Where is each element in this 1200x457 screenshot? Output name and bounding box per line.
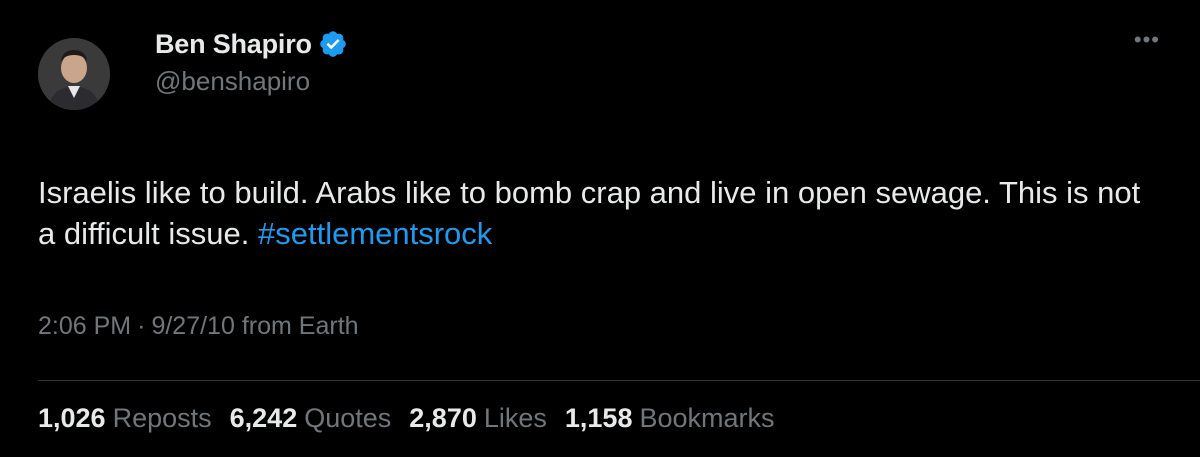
stat-count: 2,870: [409, 403, 477, 433]
tweet-text: Israelis like to build. Arabs like to bo…: [38, 172, 1158, 254]
verified-badge-icon: [318, 29, 348, 59]
profile-photo-icon: [38, 38, 110, 110]
stat-likes[interactable]: 2,870 Likes: [409, 403, 547, 434]
author-display-name[interactable]: Ben Shapiro: [155, 29, 312, 60]
stat-label: Quotes: [304, 403, 392, 433]
tweet-body: Israelis like to build. Arabs like to bo…: [38, 175, 1141, 251]
stat-count: 1,158: [564, 403, 633, 433]
stat-quotes[interactable]: 6,242 Quotes: [230, 403, 392, 434]
divider: [38, 380, 1200, 381]
stat-reposts[interactable]: 1,026 Reposts: [38, 403, 212, 434]
hashtag-link[interactable]: #settlementsrock: [258, 216, 492, 251]
tweet-source: from Earth: [241, 312, 359, 340]
stat-label: Bookmarks: [639, 403, 775, 433]
author-handle[interactable]: @benshapiro: [155, 66, 310, 97]
stat-label: Likes: [483, 403, 547, 433]
tweet-card: Ben Shapiro @benshapiro ••• Israelis lik…: [0, 0, 1200, 457]
tweet-meta: 2:06 PM · 9/27/10 from Earth: [38, 312, 359, 341]
stat-count: 6,242: [229, 403, 298, 433]
avatar[interactable]: [38, 38, 110, 110]
tweet-time[interactable]: 2:06 PM: [38, 312, 131, 341]
author-name-row[interactable]: Ben Shapiro: [155, 24, 348, 64]
tweet-date[interactable]: 9/27/10: [151, 312, 234, 341]
meta-separator: ·: [137, 312, 146, 340]
stat-count: 1,026: [38, 403, 106, 433]
engagement-stats: 1,026 Reposts 6,242 Quotes 2,870 Likes 1…: [38, 403, 793, 434]
stat-bookmarks[interactable]: 1,158 Bookmarks: [565, 403, 775, 434]
stat-label: Reposts: [112, 403, 212, 433]
ellipsis-icon[interactable]: •••: [1134, 29, 1160, 51]
